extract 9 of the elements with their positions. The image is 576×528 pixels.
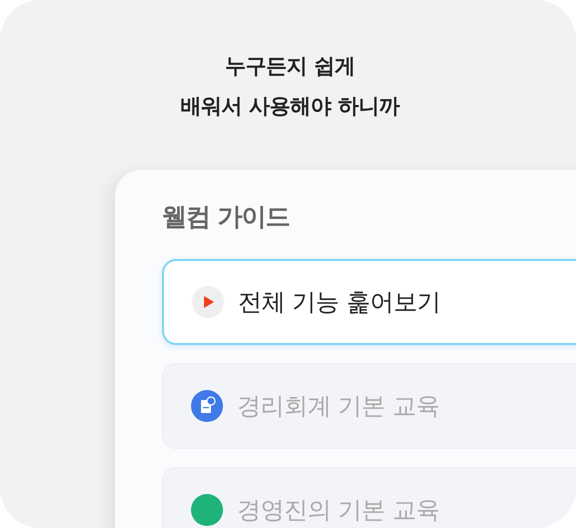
headline: 누구든지 쉽게: [225, 53, 355, 80]
panel-title: 웰컴 가이드: [162, 201, 290, 233]
guide-item[interactable]: 경리회계 기본 교육: [162, 363, 576, 449]
guide-item[interactable]: 경영진의 기본 교육: [162, 467, 576, 528]
headline: 배워서 사용해야 하니까: [180, 93, 400, 120]
guide-item[interactable]: 전체 기능 훑어보기: [162, 259, 576, 345]
circle-icon: [191, 494, 223, 526]
play-icon: [192, 286, 224, 318]
document-icon: [191, 390, 223, 422]
